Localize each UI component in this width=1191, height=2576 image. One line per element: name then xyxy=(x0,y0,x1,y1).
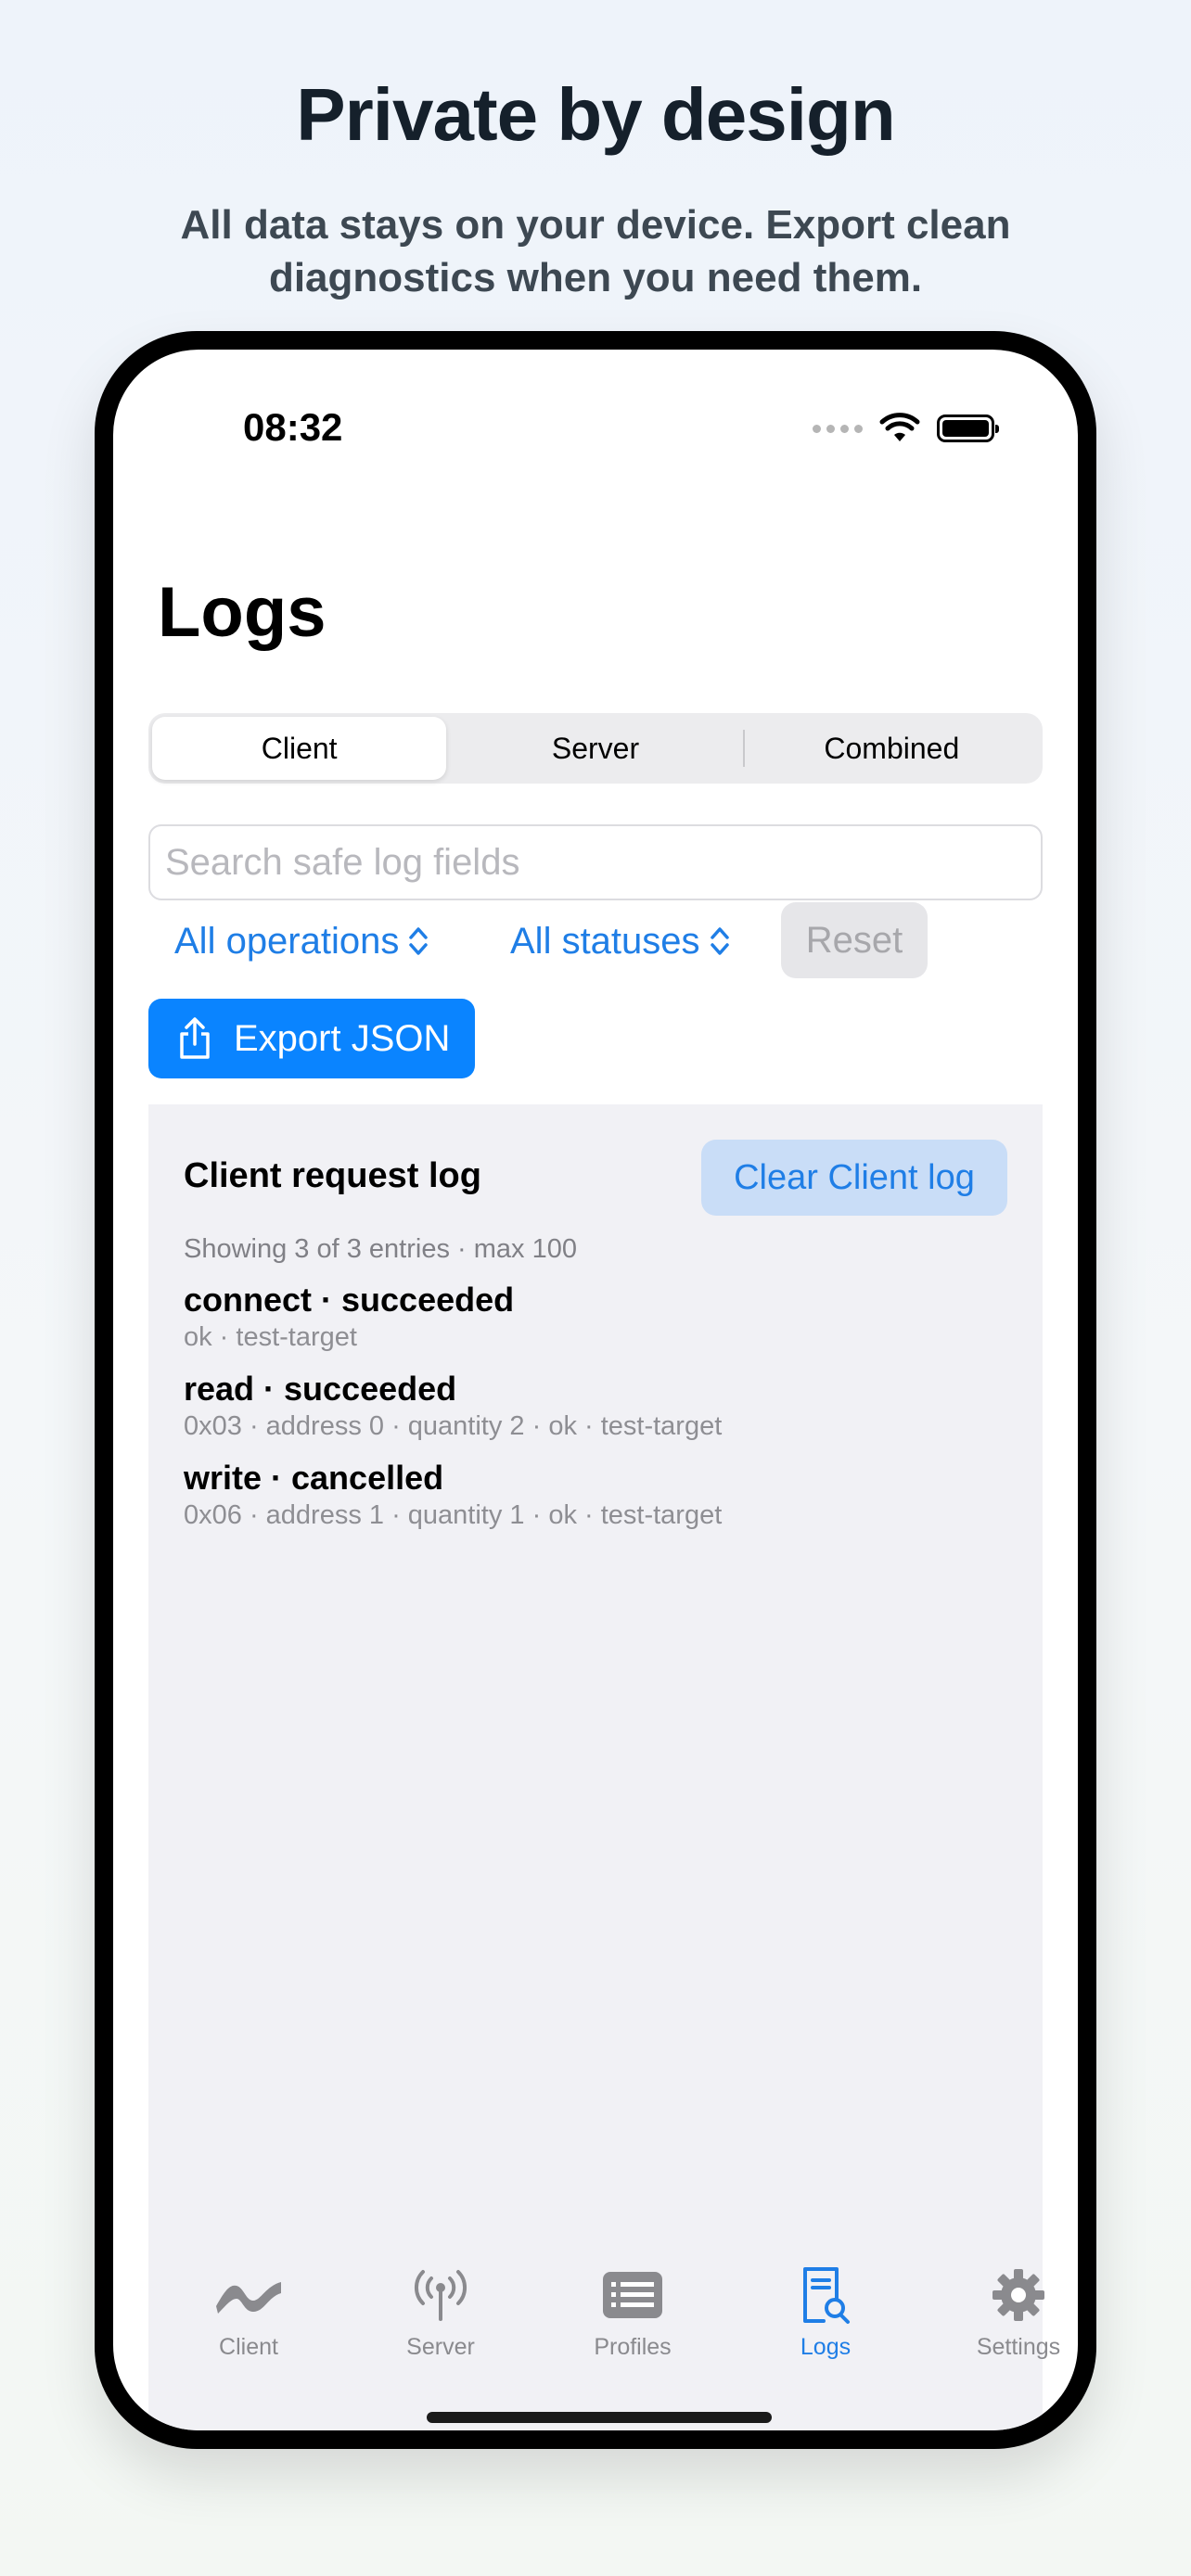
log-title: Client request log xyxy=(184,1156,481,1195)
log-source-segmented-control: Client Server Combined xyxy=(148,713,1043,784)
tab-logs[interactable]: Logs xyxy=(751,2264,900,2361)
log-entry: connect · succeeded ok · test-target xyxy=(184,1279,722,1353)
tab-client-label: Client xyxy=(219,2334,278,2360)
operations-filter[interactable]: All operations xyxy=(174,902,429,980)
marketing-headline: Private by design xyxy=(296,73,895,156)
chevron-up-down-icon xyxy=(710,927,729,955)
tab-settings[interactable]: Settings xyxy=(944,2264,1078,2361)
log-entry: read · succeeded 0x03 · address 0 · quan… xyxy=(184,1368,722,1442)
segment-combined[interactable]: Combined xyxy=(745,717,1039,780)
tab-logs-label: Logs xyxy=(800,2334,852,2360)
log-entry-detail: 0x03 · address 0 · quantity 2 · ok · tes… xyxy=(184,1411,723,1441)
tab-client[interactable]: Client xyxy=(174,2264,323,2361)
log-entry-title: read · succeeded xyxy=(184,1370,457,1408)
export-json-button[interactable]: Export JSON xyxy=(148,999,475,1078)
export-json-label: Export JSON xyxy=(234,1017,451,1059)
status-icons xyxy=(813,413,999,444)
page-title: Logs xyxy=(158,573,327,652)
tab-server-label: Server xyxy=(406,2334,475,2360)
tab-profiles-label: Profiles xyxy=(594,2334,672,2360)
home-indicator xyxy=(427,2412,772,2423)
log-entry-detail: ok · test-target xyxy=(184,1322,357,1352)
battery-icon xyxy=(937,414,999,442)
operations-filter-label: All operations xyxy=(174,920,400,962)
status-time: 08:32 xyxy=(243,405,343,449)
statuses-filter[interactable]: All statuses xyxy=(510,902,730,980)
client-log-panel: Client request log Clear Client log Show… xyxy=(148,1104,1043,2430)
tab-server[interactable]: Server xyxy=(366,2264,515,2361)
phone-frame: 08:32 Logs Client Server Combined All op… xyxy=(95,331,1096,2449)
antenna-icon xyxy=(414,2270,467,2321)
waveform-icon xyxy=(216,2282,281,2314)
chevron-up-down-icon xyxy=(409,927,429,955)
reset-button[interactable]: Reset xyxy=(781,902,928,978)
wifi-icon xyxy=(879,413,920,441)
log-entry: write · cancelled 0x06 · address 1 · qua… xyxy=(184,1457,722,1531)
log-meta: Showing 3 of 3 entries · max 100 xyxy=(184,1234,577,1264)
clear-client-log-button[interactable]: Clear Client log xyxy=(701,1140,1007,1216)
tab-settings-label: Settings xyxy=(976,2334,1061,2360)
signal-dots-icon xyxy=(813,424,863,433)
log-entry-title: write · cancelled xyxy=(184,1459,444,1497)
statuses-filter-label: All statuses xyxy=(510,920,700,962)
log-entry-detail: 0x06 · address 1 · quantity 1 · ok · tes… xyxy=(184,1500,723,1530)
list-icon xyxy=(603,2272,662,2318)
log-entry-title: connect · succeeded xyxy=(184,1281,515,1319)
document-search-icon xyxy=(803,2267,850,2324)
segment-server[interactable]: Server xyxy=(448,717,742,780)
tab-profiles[interactable]: Profiles xyxy=(558,2264,707,2361)
app-screen: 08:32 Logs Client Server Combined All op… xyxy=(113,350,1078,2430)
search-input[interactable] xyxy=(148,824,1043,900)
share-icon xyxy=(180,1017,210,1059)
gear-icon xyxy=(992,2269,1044,2321)
log-entries: connect · succeeded ok · test-target rea… xyxy=(184,1279,722,1546)
marketing-subhead: All data stays on your device. Export cl… xyxy=(180,202,1011,300)
segment-client[interactable]: Client xyxy=(152,717,447,780)
tab-bar: Client Server Profiles Logs Settings xyxy=(113,2264,1078,2393)
